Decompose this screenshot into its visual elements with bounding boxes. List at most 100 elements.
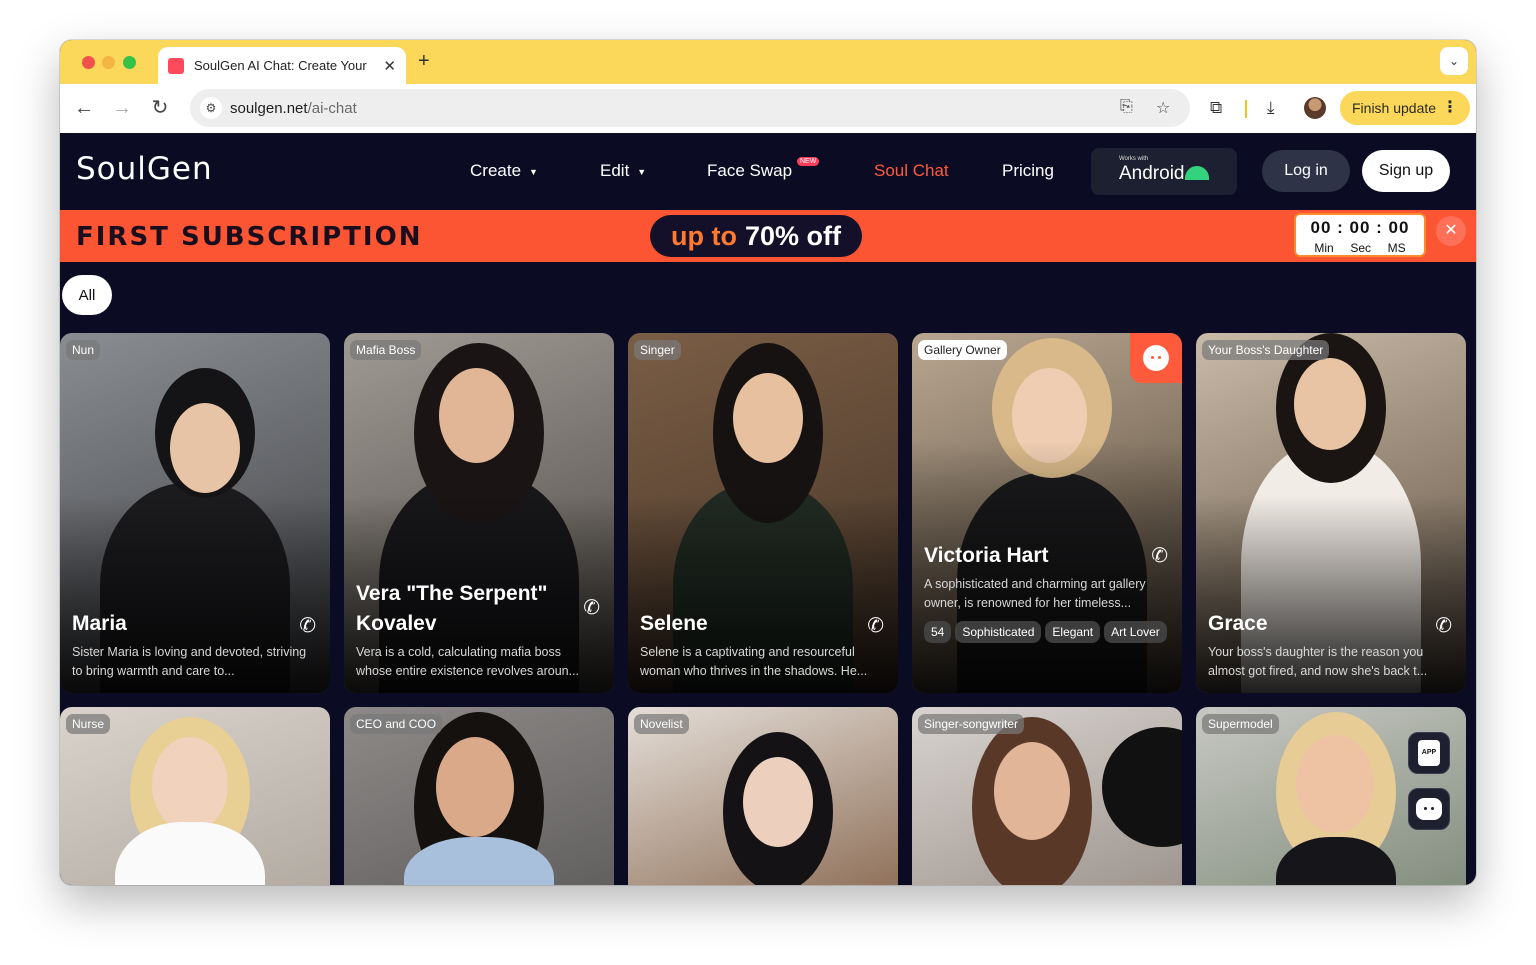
site-settings-icon[interactable]: ⚙ xyxy=(200,97,222,119)
nav-create[interactable]: Create ▼ xyxy=(470,161,538,181)
chip-trait: Art Lover xyxy=(1104,621,1167,643)
card-image xyxy=(994,742,1070,840)
promo-offer: 70% off xyxy=(744,220,841,251)
nav-edit-label: Edit xyxy=(600,161,630,180)
address-bar[interactable]: ⚙ soulgen.net/ai-chat ⎘ ☆ xyxy=(190,89,1190,127)
promo-close-icon[interactable]: ✕ xyxy=(1436,216,1466,246)
chat-bubble-icon xyxy=(1416,798,1442,820)
chat-badge[interactable] xyxy=(1130,333,1182,383)
card-tag: Nun xyxy=(66,340,101,360)
download-app-button[interactable]: APP xyxy=(1408,732,1450,774)
profile-avatar[interactable] xyxy=(1304,97,1326,119)
new-badge: NEW xyxy=(797,157,820,166)
card-tag: Singer xyxy=(634,340,681,360)
timer-sec-label: Sec xyxy=(1350,241,1372,255)
active-tab[interactable]: SoulGen AI Chat: Create Your ✕ xyxy=(158,47,406,84)
card-tag: Supermodel xyxy=(1202,714,1279,734)
nav-pricing[interactable]: Pricing xyxy=(1002,161,1054,181)
bookmark-star-icon[interactable]: ☆ xyxy=(1156,98,1170,118)
card-image xyxy=(1294,358,1366,450)
signup-button[interactable]: Sign up xyxy=(1362,150,1450,192)
card-description: A sophisticated and charming art gallery… xyxy=(924,577,1146,610)
tab-strip: SoulGen AI Chat: Create Your ✕ + ⌄ xyxy=(60,40,1476,84)
tab-close-icon[interactable]: ✕ xyxy=(383,57,396,75)
character-card[interactable]: Nun Maria ✆ Sister Maria is loving and d… xyxy=(60,333,330,693)
phone-icon[interactable]: ✆ xyxy=(1151,543,1168,568)
app-icon: APP xyxy=(1418,740,1440,766)
more-menu-icon[interactable]: ⋮ xyxy=(1442,97,1458,117)
soulgen-logo[interactable]: SoulGen xyxy=(76,151,213,187)
finish-update-label: Finish update xyxy=(1352,100,1437,116)
character-card[interactable]: Singer-songwriter xyxy=(912,707,1182,885)
card-image xyxy=(743,757,813,847)
card-name: Victoria Hart xyxy=(924,544,1049,567)
minimize-window-button[interactable] xyxy=(102,56,115,69)
card-image xyxy=(733,373,803,463)
caret-down-icon: ▼ xyxy=(529,166,538,177)
promo-headline: FIRST SUBSCRIPTION xyxy=(76,222,423,252)
chip-trait: Sophisticated xyxy=(955,621,1042,643)
nav-face-swap[interactable]: Face Swap xyxy=(707,161,792,181)
reload-icon[interactable]: ↻ xyxy=(148,96,172,120)
promo-upto: up to xyxy=(670,220,737,251)
url-host: soulgen.net xyxy=(230,99,308,117)
toolbar-divider xyxy=(1245,100,1247,118)
extensions-puzzle-icon[interactable]: ⧉ xyxy=(1210,98,1222,118)
card-tag: Mafia Boss xyxy=(350,340,422,360)
character-card[interactable]: Nurse xyxy=(60,707,330,885)
card-tag: CEO and COO xyxy=(350,714,443,734)
android-app-button[interactable]: Works with Android xyxy=(1091,148,1237,195)
card-name: Vera "The Serpent" Kovalev xyxy=(356,582,548,635)
card-tag: Nurse xyxy=(66,714,111,734)
card-tag: Singer-songwriter xyxy=(918,714,1025,734)
character-card[interactable]: Novelist xyxy=(628,707,898,885)
url-path: /ai-chat xyxy=(307,99,357,117)
character-card[interactable]: Singer Selene ✆ Selene is a captivating … xyxy=(628,333,898,693)
site-header: SoulGen Create ▼ Edit ▼ Face Swap NEW Soul… xyxy=(60,133,1476,210)
card-image xyxy=(436,737,514,837)
android-label: Android xyxy=(1119,163,1185,184)
chip-age: 54 xyxy=(924,621,952,643)
install-app-icon[interactable]: ⎘ xyxy=(1120,98,1133,116)
phone-icon[interactable]: ✆ xyxy=(1435,613,1452,638)
download-icon[interactable]: ⤓ xyxy=(1267,98,1275,118)
character-card[interactable]: Your Boss's Daughter Grace ✆ Your boss's… xyxy=(1196,333,1466,693)
tab-search-chevron-icon[interactable]: ⌄ xyxy=(1440,47,1468,75)
card-image xyxy=(1102,727,1182,847)
maximize-window-button[interactable] xyxy=(123,56,136,69)
phone-icon[interactable]: ✆ xyxy=(299,613,316,638)
card-tag: Gallery Owner xyxy=(918,340,1007,360)
character-card[interactable]: Gallery Owner Victoria Hart ✆ A sophisti… xyxy=(912,333,1182,693)
timer-digits: 00 : 00 : 00 xyxy=(1310,218,1410,237)
chat-support-button[interactable] xyxy=(1408,788,1450,830)
card-image xyxy=(1296,735,1374,833)
card-image xyxy=(152,737,228,832)
filter-all-button[interactable]: All xyxy=(62,275,112,315)
card-name: Grace xyxy=(1208,612,1268,635)
android-small-label: Works with xyxy=(1119,156,1149,162)
phone-icon[interactable]: ✆ xyxy=(583,595,600,620)
character-card[interactable]: Mafia Boss Vera "The Serpent" Kovalev ✆ … xyxy=(344,333,614,693)
promo-banner[interactable]: FIRST SUBSCRIPTION up to 70% off 00 : 00… xyxy=(60,210,1476,262)
forward-arrow-icon[interactable]: → xyxy=(110,96,134,120)
trait-chips: 54 Sophisticated Elegant Art Lover xyxy=(924,621,1174,651)
timer-min-label: Min xyxy=(1314,241,1334,255)
login-button[interactable]: Log in xyxy=(1262,150,1350,192)
nav-create-label: Create xyxy=(470,161,522,180)
card-image xyxy=(115,822,265,885)
nav-edit[interactable]: Edit ▼ xyxy=(600,161,646,181)
phone-icon[interactable]: ✆ xyxy=(867,613,884,638)
back-arrow-icon[interactable]: ← xyxy=(72,96,96,120)
countdown-timer: 00 : 00 : 00 Min Sec MS xyxy=(1294,213,1426,257)
new-tab-plus-icon[interactable]: + xyxy=(418,50,430,73)
close-window-button[interactable] xyxy=(82,56,95,69)
finish-update-button[interactable]: Finish update ⋮ xyxy=(1340,91,1470,125)
caret-down-icon: ▼ xyxy=(637,166,647,177)
timer-ms-label: MS xyxy=(1387,241,1406,255)
character-card[interactable]: CEO and COO xyxy=(344,707,614,885)
tab-title: SoulGen AI Chat: Create Your xyxy=(194,58,367,73)
soulgen-favicon-icon xyxy=(168,57,184,74)
nav-soul-chat[interactable]: Soul Chat xyxy=(874,161,949,181)
card-image xyxy=(170,403,240,493)
promo-offer-pill: up to 70% off xyxy=(650,215,862,257)
